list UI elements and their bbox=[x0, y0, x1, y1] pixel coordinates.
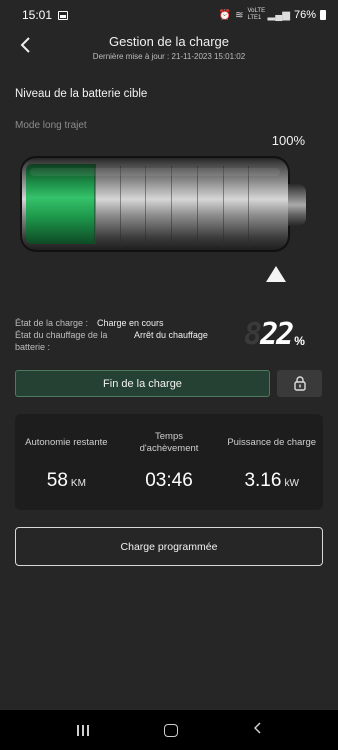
target-level-slider-handle[interactable] bbox=[266, 266, 286, 282]
battery-cell bbox=[222, 166, 249, 242]
stop-charge-button[interactable]: Fin de la charge bbox=[15, 370, 270, 397]
mode-label: Mode long trajet bbox=[15, 120, 87, 131]
status-bar: 15:01 ⏰ ≋ VoLTE LTE1 ▂▄▆ 76% bbox=[0, 0, 338, 30]
battery-cell bbox=[248, 166, 274, 242]
lock-button[interactable] bbox=[277, 370, 322, 397]
alarm-icon: ⏰ bbox=[218, 9, 232, 21]
stat-value-row: 58 KM bbox=[15, 470, 118, 492]
target-percent: 100% bbox=[271, 133, 305, 148]
signal-icon: ▂▄▆ bbox=[267, 9, 290, 21]
stat-unit: KM bbox=[70, 478, 86, 489]
battery-cap bbox=[288, 184, 306, 226]
battery-cell bbox=[94, 166, 120, 242]
battery-cell bbox=[171, 166, 197, 242]
charge-level-unit: % bbox=[294, 334, 305, 348]
charge-level-ghost-digit: 8 bbox=[244, 317, 262, 352]
stat-unit: kW bbox=[284, 478, 299, 489]
gallery-notification-icon bbox=[58, 10, 69, 20]
battery-cell bbox=[119, 166, 146, 242]
stat-label: Temps d'achèvement bbox=[139, 431, 199, 454]
home-button[interactable] bbox=[163, 723, 178, 737]
battery-cells bbox=[94, 166, 274, 242]
stat-label: Autonomie restante bbox=[25, 437, 108, 448]
status-time: 15:01 bbox=[22, 8, 53, 22]
battery-cell bbox=[196, 166, 223, 242]
chevron-left-icon bbox=[253, 722, 261, 734]
heating-label-line2: batterie : bbox=[15, 342, 51, 352]
system-nav-bar bbox=[0, 710, 338, 750]
stat-value-row: 03:46 bbox=[118, 470, 221, 492]
recent-apps-button[interactable] bbox=[77, 724, 90, 736]
heating-state-label: État du chauffage de la batterie : bbox=[15, 329, 134, 353]
current-charge-level: 8 22 % bbox=[244, 317, 305, 352]
heating-label-line1: État du chauffage de la bbox=[15, 330, 108, 340]
charge-level-value: 22 bbox=[260, 317, 294, 352]
header: Gestion de la charge Dernière mise à jou… bbox=[0, 30, 338, 68]
stat-completion-time: Temps d'achèvement 03:46 bbox=[118, 414, 221, 510]
stat-value: 58 bbox=[46, 470, 68, 491]
charge-state-label: État de la charge : bbox=[15, 318, 89, 328]
battery-body bbox=[20, 156, 290, 252]
stat-value: 03:46 bbox=[145, 470, 193, 491]
heating-state-value: Arrêt du chauffage bbox=[134, 330, 208, 340]
scheduled-charge-button[interactable]: Charge programmée bbox=[15, 527, 323, 566]
page-title: Gestion de la charge bbox=[109, 34, 229, 49]
battery-cell bbox=[145, 166, 171, 242]
stat-value: 3.16 bbox=[244, 470, 282, 491]
wifi-icon: ≋ bbox=[235, 9, 244, 21]
nav-back-button[interactable] bbox=[253, 721, 261, 739]
charging-stats-card: Autonomie restante 58 KM Temps d'achèveme… bbox=[15, 414, 323, 510]
charge-status-info: État de la charge : Charge en cours État … bbox=[15, 317, 208, 353]
stat-charge-power: Puissance de charge 3.16 kW bbox=[220, 414, 323, 510]
battery-shine bbox=[30, 168, 280, 176]
battery-charge-fill bbox=[26, 164, 96, 244]
battery-icon bbox=[320, 10, 326, 20]
battery-graphic bbox=[20, 156, 314, 256]
stat-range: Autonomie restante 58 KM bbox=[15, 414, 118, 510]
charge-state-value: Charge en cours bbox=[97, 318, 164, 328]
lock-icon bbox=[293, 376, 306, 391]
network-label: VoLTE LTE1 bbox=[247, 8, 266, 21]
battery-percent: 76% bbox=[293, 9, 316, 21]
last-update-text: Dernière mise à jour : 21-11-2023 15:01:… bbox=[92, 52, 246, 61]
stat-value-row: 3.16 kW bbox=[220, 470, 323, 492]
target-battery-title: Niveau de la batterie cible bbox=[15, 88, 148, 100]
stat-label: Puissance de charge bbox=[227, 437, 317, 448]
